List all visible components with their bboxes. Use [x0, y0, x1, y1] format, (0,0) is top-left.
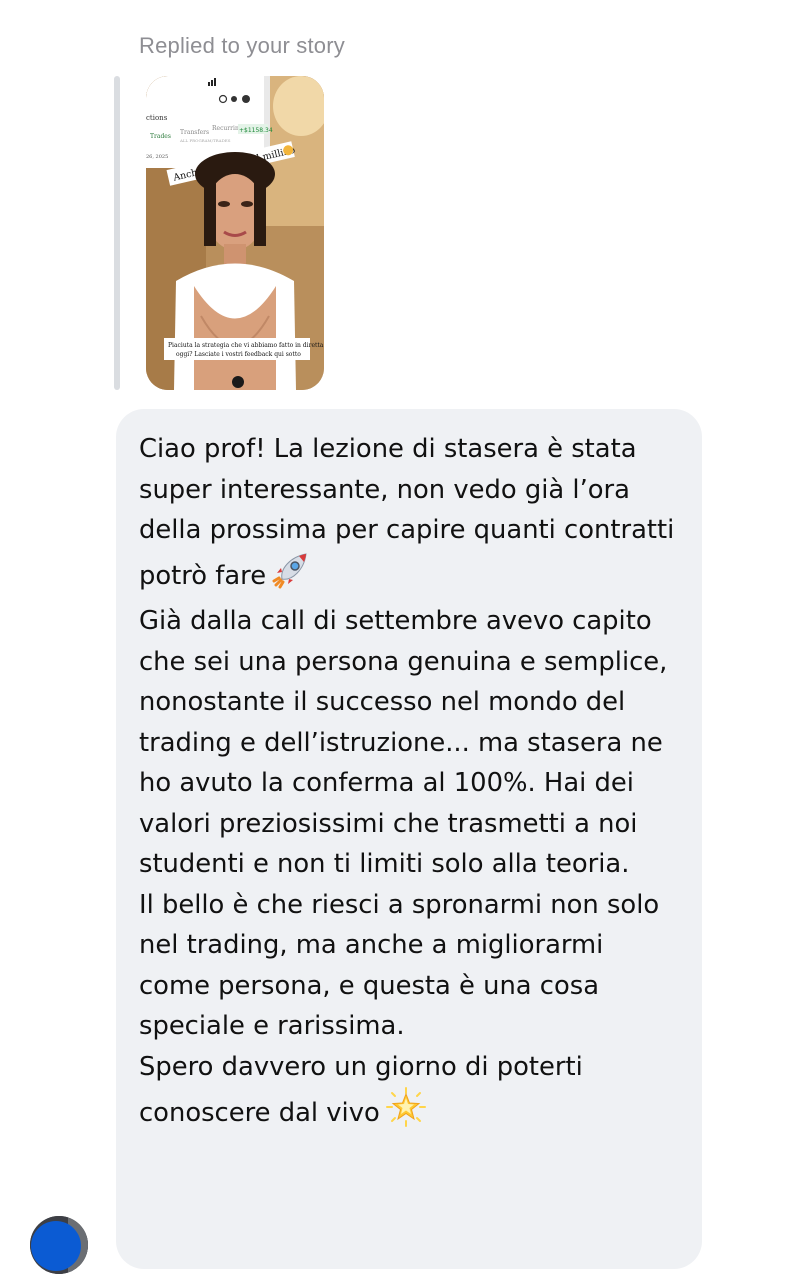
reply-header: Replied to your story: [139, 33, 345, 58]
story-date: 26, 2025: [146, 154, 168, 160]
message-paragraph-2: Già dalla call di settembre avevo capito…: [139, 606, 668, 879]
message-text: Ciao prof! La lezione di stasera è stata…: [139, 429, 682, 1140]
message-paragraph-4: Spero davvero un giorno di poterti conos…: [139, 1047, 682, 1140]
message-paragraph-4-text: Spero davvero un giorno di poterti conos…: [139, 1051, 583, 1128]
story-sublabel: ALL PROGRAM/TRADES: [179, 138, 231, 143]
rocket-icon: [272, 551, 310, 602]
story-tab-trades: Trades: [150, 133, 171, 140]
story-bottom-caption-1: Piaciuta la strategia che vi abbiamo fat…: [168, 342, 324, 349]
story-screen-label: ctions: [146, 114, 168, 122]
reply-indicator-bar: [114, 76, 120, 390]
story-thumbnail[interactable]: ctions Trades Transfers Recurring ALL PR…: [146, 76, 324, 390]
avatar[interactable]: [30, 1216, 88, 1274]
story-bottom-caption-2: oggi? Lasciate i vostri feedback qui sot…: [176, 351, 301, 358]
glowing-star-icon: [385, 1087, 426, 1140]
story-amount: +$1158.34: [239, 127, 273, 134]
message-bubble: Ciao prof! La lezione di stasera è stata…: [116, 409, 702, 1269]
message-paragraph-3: Il bello è che riesci a spronarmi non so…: [139, 889, 660, 1042]
message-paragraph-1: Ciao prof! La lezione di stasera è stata…: [139, 429, 682, 601]
message-paragraph-1-text: Ciao prof! La lezione di stasera è stata…: [139, 434, 675, 591]
story-tab-transfers: Transfers: [180, 129, 209, 136]
